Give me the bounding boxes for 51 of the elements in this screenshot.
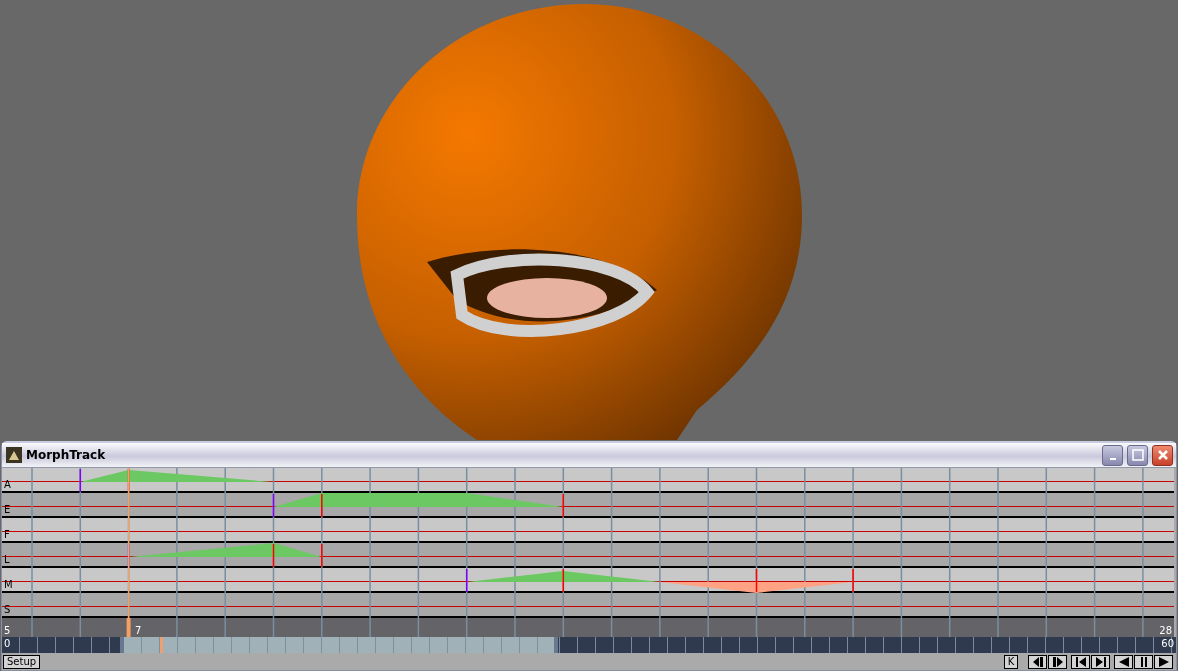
close-icon [1156,449,1169,461]
track-row[interactable]: A [2,468,1174,493]
scrub-bar[interactable]: 0 60 [2,637,1176,653]
track-row[interactable]: M [2,568,1174,593]
previous-key-icon [1031,656,1044,667]
track-label: S [4,604,11,616]
keyframe-marker [465,569,468,592]
keyframe-marker [562,494,565,517]
track-label: E [4,504,11,516]
app-icon [6,447,22,463]
keyframe-marker [852,569,854,592]
next-key-icon [1051,656,1064,667]
track-label: M [4,579,13,591]
key-button[interactable]: K [1004,654,1018,669]
keyframe-marker [272,544,275,567]
range-start: 0 [4,638,11,649]
track-label: A [4,479,11,491]
start-frame: 5 [4,625,11,636]
end-frame: 28 [1159,625,1172,636]
maximize-button[interactable] [1127,444,1148,466]
scrub-marker [160,637,163,653]
maximize-icon [1131,449,1144,461]
play-button[interactable] [1154,654,1173,669]
minimize-button[interactable] [1102,444,1123,466]
track-label: F [4,529,10,541]
track-row[interactable]: F [2,518,1174,543]
close-button[interactable] [1152,444,1173,466]
go-to-end-button[interactable] [1091,654,1110,669]
window-title: MorphTrack [26,448,106,462]
previous-key-button[interactable] [1028,654,1047,669]
skip-end-icon [1094,656,1107,667]
next-key-button[interactable] [1048,654,1067,669]
skip-start-icon [1074,656,1087,667]
play-icon [1157,656,1170,667]
playhead-marker[interactable] [126,618,131,637]
keyframe-marker [321,494,323,517]
keyframe-marker [321,544,323,567]
go-to-start-button[interactable] [1071,654,1090,669]
frame-ruler[interactable]: 5 7 28 [2,618,1174,637]
setup-button[interactable]: Setup [3,654,41,669]
range-end: 60 [1161,638,1174,649]
play-backward-button[interactable] [1114,654,1133,669]
track-label: L [4,554,10,566]
minimize-icon [1109,458,1116,460]
current-frame: 7 [135,625,142,636]
keyframe-marker [79,469,82,492]
keyframe-marker [755,569,758,592]
play-backward-icon [1117,656,1130,667]
pause-button[interactable] [1134,654,1153,669]
keyframe-marker [562,569,565,592]
keyframe-marker [272,494,275,517]
